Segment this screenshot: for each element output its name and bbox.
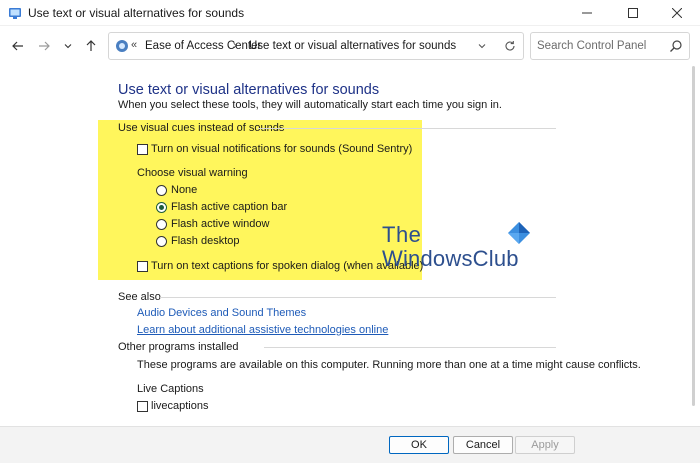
minimize-button[interactable] (564, 0, 610, 26)
radio-flash-active-window[interactable]: Flash active window (156, 218, 269, 230)
text-captions-checkbox[interactable]: Turn on text captions for spoken dialog … (137, 260, 423, 272)
control-panel-icon (9, 8, 21, 19)
radio-dot[interactable] (156, 218, 167, 230)
breadcrumb-separator[interactable]: › (233, 38, 237, 52)
radio-flash-caption-bar[interactable]: Flash active caption bar (156, 201, 287, 213)
checkbox-box[interactable] (137, 143, 148, 155)
arrow-left-icon (12, 41, 23, 51)
live-captions-heading: Live Captions (137, 383, 204, 395)
close-icon (672, 8, 682, 18)
arrow-right-icon (39, 41, 50, 51)
section-divider (160, 297, 556, 298)
page-subtitle: When you select these tools, they will a… (118, 99, 502, 111)
window-title: Use text or visual alternatives for soun… (28, 6, 245, 20)
section-heading-other-programs: Other programs installed (118, 341, 239, 353)
livecaptions-checkbox[interactable]: livecaptions (137, 400, 208, 412)
radio-label[interactable]: None (171, 184, 197, 196)
radio-dot[interactable] (156, 235, 167, 247)
section-divider (258, 128, 556, 129)
forward-button[interactable] (34, 36, 54, 56)
minimize-icon (582, 12, 592, 14)
radio-label[interactable]: Flash active caption bar (171, 201, 287, 213)
cancel-button[interactable]: Cancel (453, 436, 513, 454)
other-programs-note: These programs are available on this com… (137, 359, 641, 371)
checkbox-box[interactable] (137, 400, 148, 412)
sound-sentry-checkbox[interactable]: Turn on visual notifications for sounds … (137, 143, 412, 155)
apply-button[interactable]: Apply (515, 436, 575, 454)
breadcrumb-current[interactable]: Use text or visual alternatives for soun… (249, 40, 456, 52)
livecaptions-label[interactable]: livecaptions (151, 400, 208, 412)
address-bar[interactable]: « Ease of Access Center › Use text or vi… (108, 32, 524, 60)
link-audio-devices[interactable]: Audio Devices and Sound Themes (137, 307, 306, 319)
refresh-button[interactable] (501, 37, 519, 55)
checkbox-box[interactable] (137, 260, 148, 272)
link-assistive-tech[interactable]: Learn about additional assistive technol… (137, 324, 388, 336)
chevron-down-icon (478, 44, 486, 49)
choose-visual-warning-heading: Choose visual warning (137, 167, 248, 179)
sound-sentry-label[interactable]: Turn on visual notifications for sounds … (151, 143, 412, 155)
search-box[interactable] (530, 32, 690, 60)
radio-dot[interactable] (156, 184, 167, 196)
navigation-bar: « Ease of Access Center › Use text or vi… (0, 30, 700, 62)
section-divider (264, 347, 556, 348)
up-button[interactable] (81, 36, 101, 56)
vertical-scrollbar[interactable] (692, 66, 695, 406)
windows-logo-icon (508, 222, 530, 244)
radio-dot-selected[interactable] (156, 201, 167, 213)
dialog-footer: OK Cancel Apply (0, 426, 700, 463)
radio-none[interactable]: None (156, 184, 197, 196)
close-button[interactable] (654, 0, 700, 26)
refresh-icon (505, 41, 515, 51)
breadcrumb-ease-of-access[interactable]: Ease of Access Center (145, 40, 261, 52)
watermark-logo: The WindowsClub (382, 222, 532, 274)
radio-flash-desktop[interactable]: Flash desktop (156, 235, 239, 247)
radio-label[interactable]: Flash active window (171, 218, 269, 230)
section-heading-see-also: See also (118, 291, 161, 303)
address-dropdown[interactable] (473, 37, 491, 55)
arrow-up-icon (86, 40, 96, 51)
page-title: Use text or visual alternatives for soun… (118, 82, 380, 98)
back-button[interactable] (8, 36, 28, 56)
chevron-down-icon (64, 44, 72, 49)
control-panel-icon (116, 40, 128, 52)
maximize-button[interactable] (610, 0, 656, 26)
maximize-icon (628, 8, 638, 18)
breadcrumb-overflow[interactable]: « (131, 39, 137, 51)
watermark-text-line1: The (382, 222, 422, 247)
recent-locations-button[interactable] (58, 36, 78, 56)
search-icon[interactable] (669, 39, 683, 53)
watermark-text-line2: WindowsClub (382, 246, 519, 271)
radio-label[interactable]: Flash desktop (171, 235, 239, 247)
search-input[interactable] (537, 38, 661, 54)
ok-button[interactable]: OK (389, 436, 449, 454)
title-bar: Use text or visual alternatives for soun… (0, 0, 700, 26)
main-content: Use text or visual alternatives for soun… (0, 66, 700, 426)
